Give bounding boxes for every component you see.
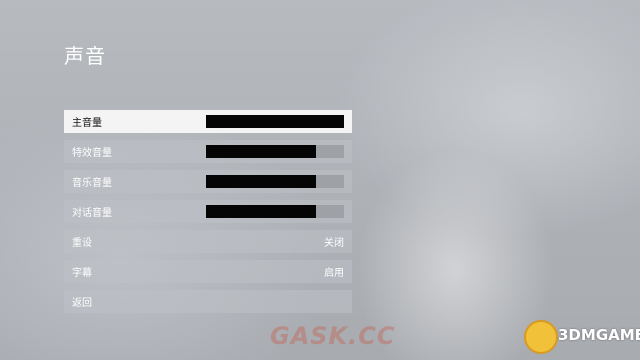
effects-volume-slider[interactable] bbox=[206, 145, 344, 158]
menu-item-effects-volume[interactable]: 特效音量 bbox=[64, 140, 352, 163]
slider-handle[interactable] bbox=[314, 145, 317, 158]
slider-fill bbox=[206, 145, 317, 158]
music-volume-slider[interactable] bbox=[206, 175, 344, 188]
menu-item-label: 对话音量 bbox=[72, 208, 112, 219]
master-volume-slider[interactable] bbox=[206, 115, 344, 128]
page-title: 声音 bbox=[64, 44, 106, 68]
menu-item-label: 主音量 bbox=[72, 118, 102, 129]
menu-item-dialogue-volume[interactable]: 对话音量 bbox=[64, 200, 352, 223]
settings-menu: 主音量 特效音量 音乐音量 对话音量 重设 关闭 字幕 启用 返回 bbox=[64, 110, 352, 320]
menu-item-master-volume[interactable]: 主音量 bbox=[64, 110, 352, 133]
slider-handle[interactable] bbox=[314, 175, 317, 188]
menu-item-label: 返回 bbox=[72, 298, 92, 309]
slider-handle[interactable] bbox=[342, 115, 344, 128]
site-watermark: GASK.CC bbox=[270, 322, 396, 350]
menu-item-reset[interactable]: 重设 关闭 bbox=[64, 230, 352, 253]
slider-fill bbox=[206, 115, 344, 128]
slider-fill bbox=[206, 175, 317, 188]
brand-logo-icon bbox=[524, 320, 558, 354]
menu-item-label: 重设 bbox=[72, 238, 92, 249]
brand-watermark: 3DMGAME bbox=[558, 326, 640, 344]
slider-fill bbox=[206, 205, 317, 218]
menu-item-value: 启用 bbox=[324, 268, 344, 279]
menu-item-music-volume[interactable]: 音乐音量 bbox=[64, 170, 352, 193]
menu-item-back[interactable]: 返回 bbox=[64, 290, 352, 313]
dialogue-volume-slider[interactable] bbox=[206, 205, 344, 218]
menu-item-subtitles[interactable]: 字幕 启用 bbox=[64, 260, 352, 283]
menu-item-label: 字幕 bbox=[72, 268, 92, 279]
menu-item-label: 特效音量 bbox=[72, 148, 112, 159]
slider-handle[interactable] bbox=[314, 205, 317, 218]
menu-item-value: 关闭 bbox=[324, 238, 344, 249]
menu-item-label: 音乐音量 bbox=[72, 178, 112, 189]
